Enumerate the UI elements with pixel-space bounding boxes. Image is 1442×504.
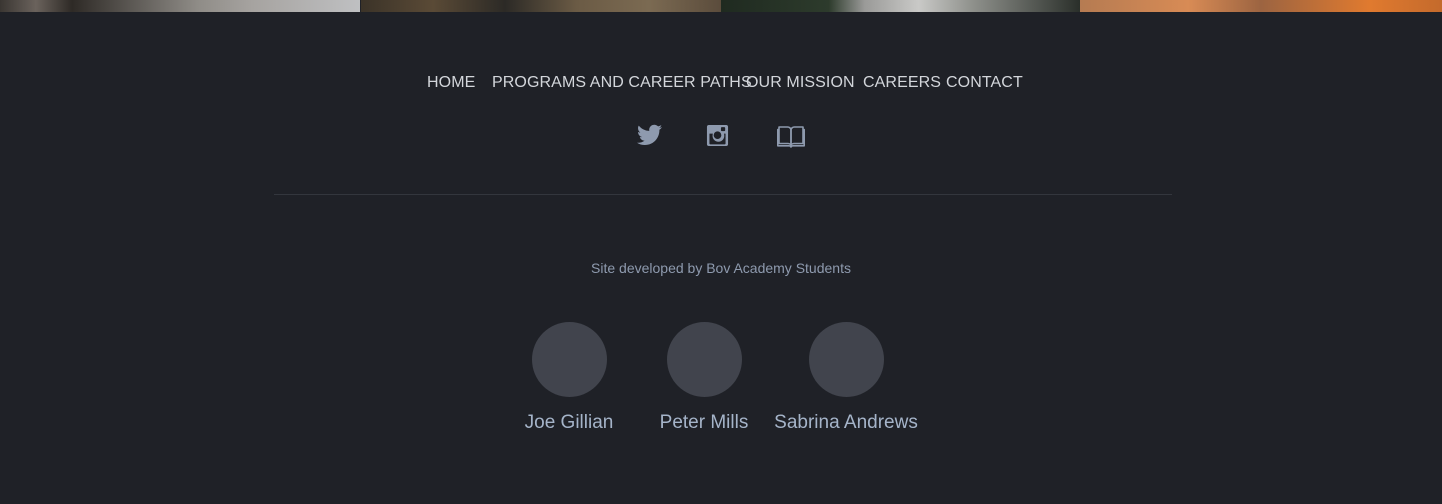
footer-nav: HOME PROGRAMS AND CAREER PATHS OUR MISSI… <box>0 72 1442 94</box>
nav-link-contact[interactable]: CONTACT <box>946 72 1023 94</box>
social-links <box>0 122 1442 152</box>
student-list: Joe Gillian Peter Mills Sabrina Andrews <box>0 322 1442 442</box>
footer-divider <box>274 194 1172 195</box>
student-card: Sabrina Andrews <box>766 322 926 436</box>
site-credit: Site developed by Bov Academy Students <box>591 260 851 276</box>
photo-strip <box>0 0 1442 12</box>
avatar <box>808 322 884 397</box>
instagram-icon[interactable] <box>706 124 729 152</box>
nav-link-programs[interactable]: PROGRAMS AND CAREER PATHS <box>492 72 752 94</box>
nav-link-careers[interactable]: CAREERS <box>863 72 941 94</box>
student-name: Sabrina Andrews <box>774 412 918 433</box>
student-name: Peter Mills <box>659 412 749 433</box>
twitter-icon[interactable] <box>637 124 662 151</box>
photo-tile <box>361 0 721 12</box>
student-card: Peter Mills <box>624 322 784 436</box>
nav-link-our-mission[interactable]: OUR MISSION <box>746 72 855 94</box>
photo-tile <box>1080 0 1442 12</box>
avatar <box>666 322 742 397</box>
avatar <box>531 322 607 397</box>
book-icon[interactable] <box>777 122 805 155</box>
photo-tile <box>721 0 1080 12</box>
nav-link-home[interactable]: HOME <box>427 72 475 94</box>
photo-tile <box>0 0 360 12</box>
